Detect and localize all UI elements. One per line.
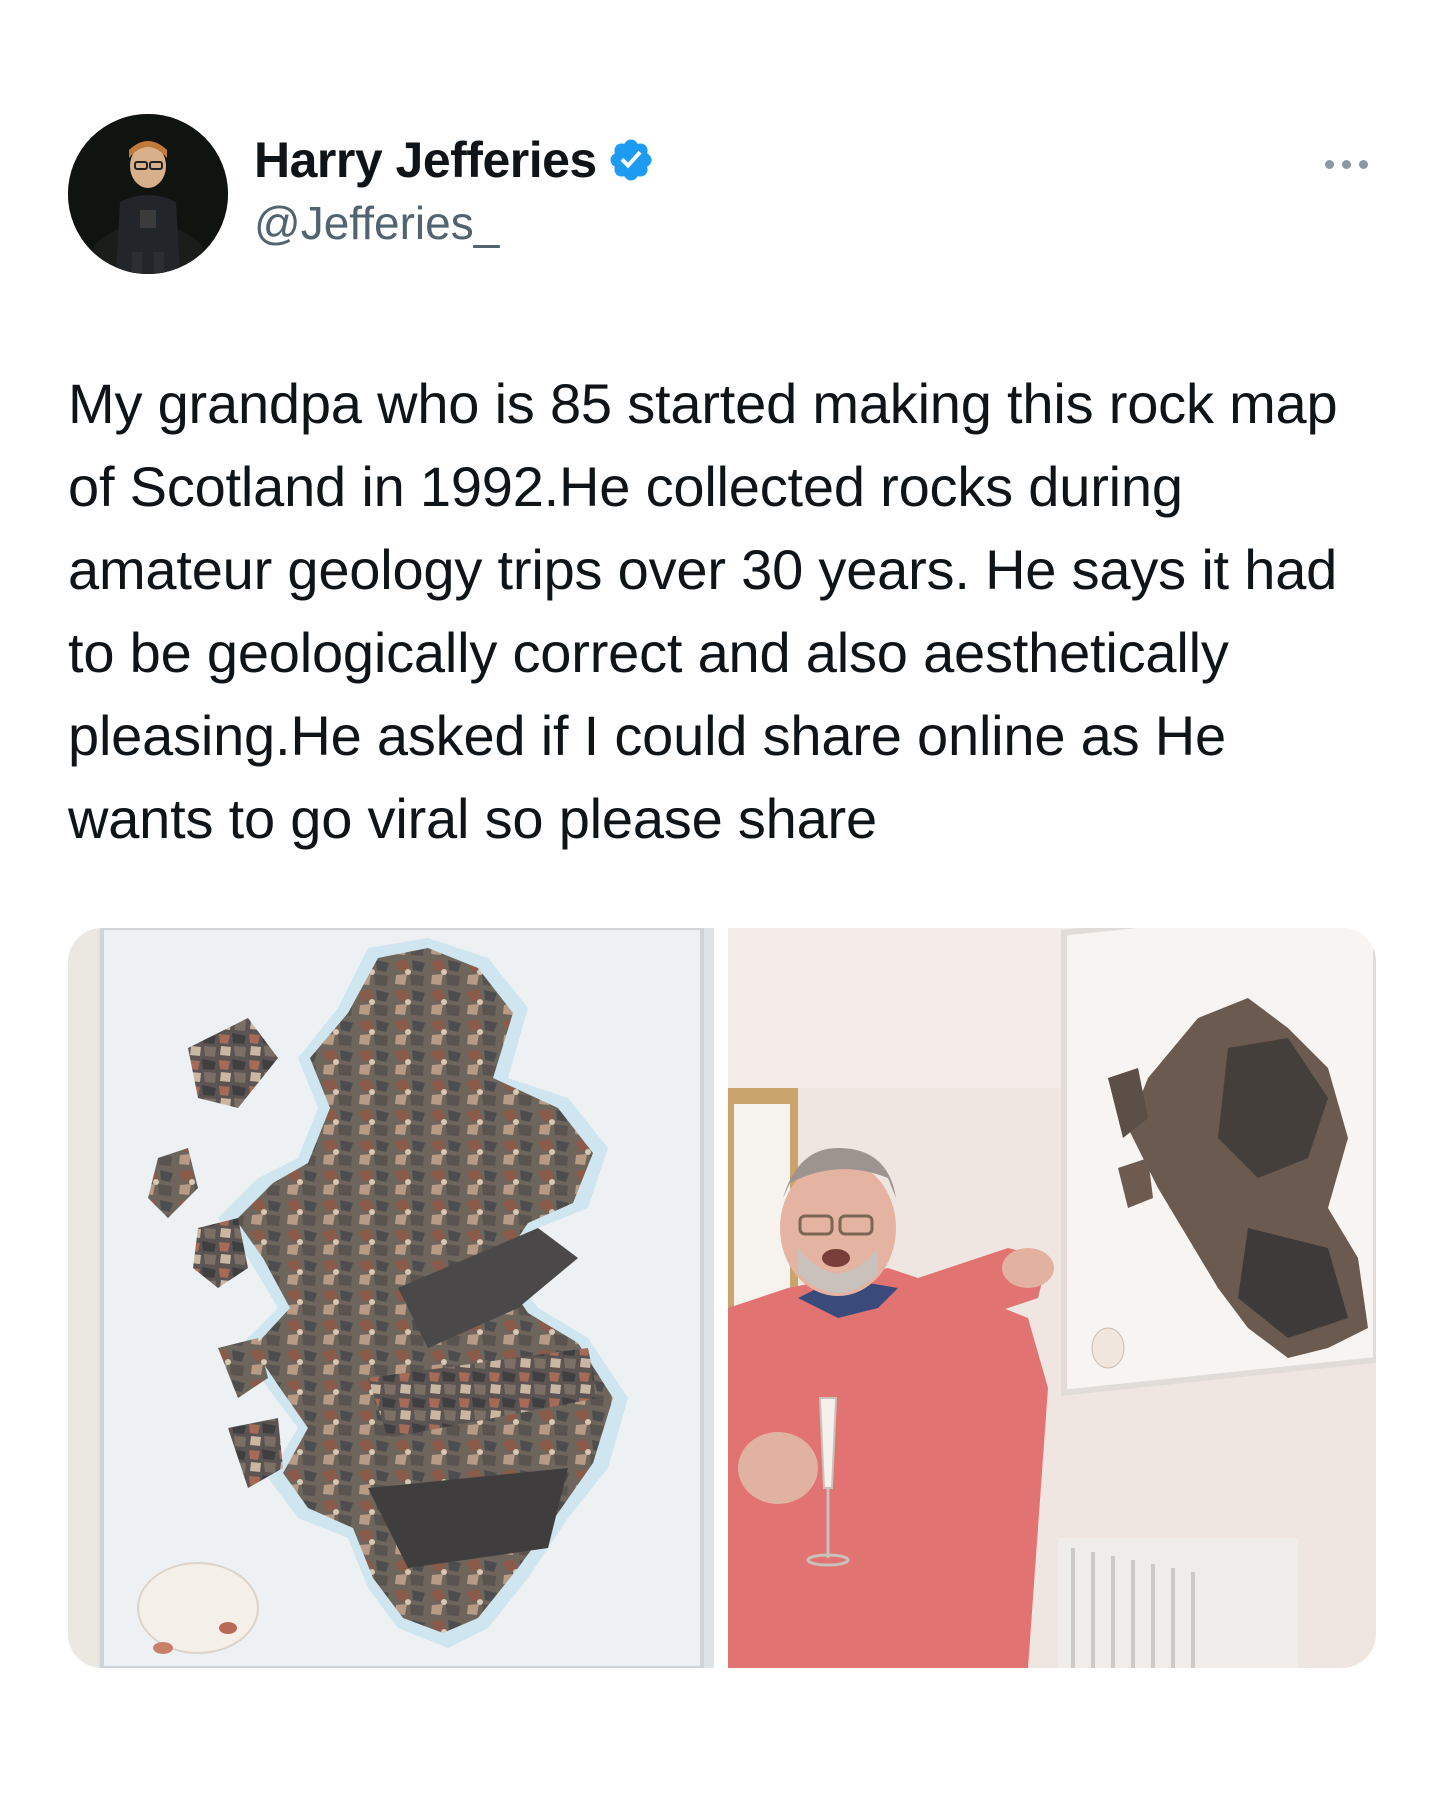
avatar-photo — [68, 114, 228, 274]
media-photo-1[interactable] — [68, 928, 714, 1668]
tweet: Harry Jefferies @Jefferies_ My grandpa w… — [0, 0, 1440, 1800]
author-display-name[interactable]: Harry Jefferies — [254, 131, 597, 189]
verified-badge-icon[interactable] — [607, 136, 655, 184]
more-dot — [1341, 159, 1351, 169]
tweet-media-grid — [68, 928, 1376, 1668]
grandpa-with-map-photo — [728, 928, 1376, 1668]
author-handle[interactable]: @Jefferies_ — [254, 196, 655, 250]
tweet-text: My grandpa who is 85 started making this… — [68, 372, 1338, 850]
more-options-icon[interactable] — [1314, 144, 1378, 184]
author-avatar[interactable] — [68, 114, 228, 274]
more-dot — [1324, 159, 1334, 169]
author-info: Harry Jefferies @Jefferies_ — [254, 130, 655, 250]
rock-map-photo — [68, 928, 714, 1668]
more-dot — [1358, 159, 1368, 169]
media-photo-2[interactable] — [728, 928, 1376, 1668]
author-name-row: Harry Jefferies — [254, 130, 655, 190]
